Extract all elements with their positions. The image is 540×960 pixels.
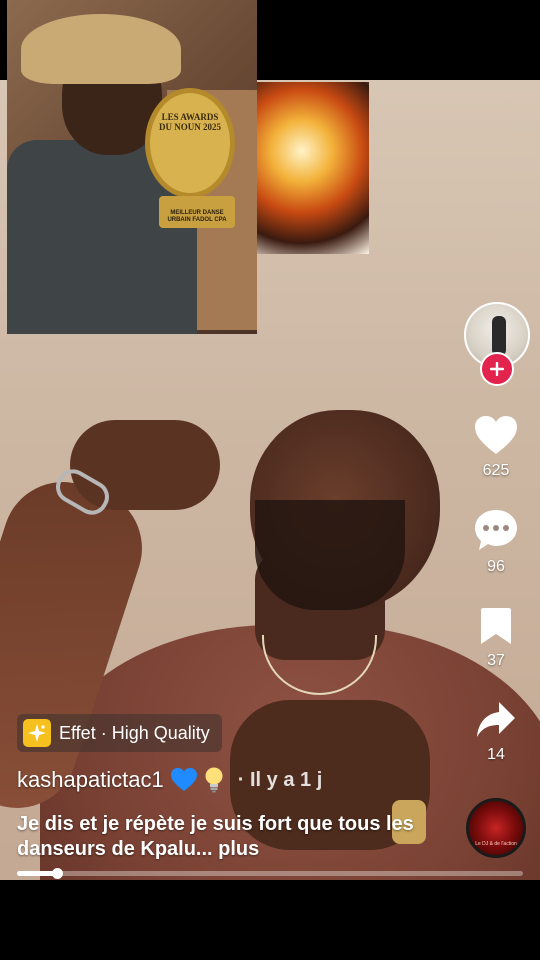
progress-fill: [17, 871, 58, 876]
author-username[interactable]: kashapatictac1: [17, 767, 164, 793]
like-button[interactable]: 625: [462, 414, 530, 480]
lightbulb-icon: [205, 767, 223, 793]
trophy-plate: MEILLEUR DANSE URBAIN FADOL CPA: [167, 210, 227, 223]
share-button[interactable]: 14: [462, 700, 530, 764]
picture-in-picture-video[interactable]: LES AWARDS DU NOUN 2025 MEILLEUR DANSE U…: [7, 0, 257, 334]
heart-icon: [475, 416, 517, 454]
blue-heart-icon: [170, 768, 197, 791]
playback-progress-bar[interactable]: [17, 868, 523, 879]
comment-button[interactable]: 96: [462, 508, 530, 576]
author-row: kashapatictac1 · Il y a 1 j: [17, 766, 322, 794]
trophy-text: LES AWARDS DU NOUN 2025: [159, 112, 221, 132]
plus-icon: [490, 362, 504, 376]
comment-count: 96: [487, 558, 505, 575]
sparkle-icon: [23, 719, 51, 747]
share-icon: [477, 702, 515, 737]
music-disc-button[interactable]: Le DJ & de l'action: [466, 798, 526, 858]
effect-tag[interactable]: Effet · High Quality: [17, 714, 222, 752]
trophy: [145, 88, 235, 198]
bookmark-icon: [481, 608, 511, 644]
share-count: 14: [487, 746, 505, 763]
bookmark-count: 37: [487, 652, 505, 669]
follow-button[interactable]: [480, 352, 514, 386]
avatar-figure: [492, 316, 506, 356]
pip-hat: [21, 14, 181, 84]
person-beard: [255, 500, 405, 610]
music-disc-text: Le DJ & de l'action: [475, 841, 517, 847]
creator-avatar-button[interactable]: [464, 302, 530, 386]
flame-sticker: [257, 82, 369, 254]
post-time: · Il y a 1 j: [237, 768, 323, 791]
comment-icon: [475, 510, 517, 550]
effect-label: Effet · High Quality: [59, 722, 210, 743]
bookmark-button[interactable]: 37: [462, 606, 530, 670]
video-caption[interactable]: Je dis et je répète je suis fort que tou…: [17, 812, 437, 862]
like-count: 625: [482, 462, 510, 479]
